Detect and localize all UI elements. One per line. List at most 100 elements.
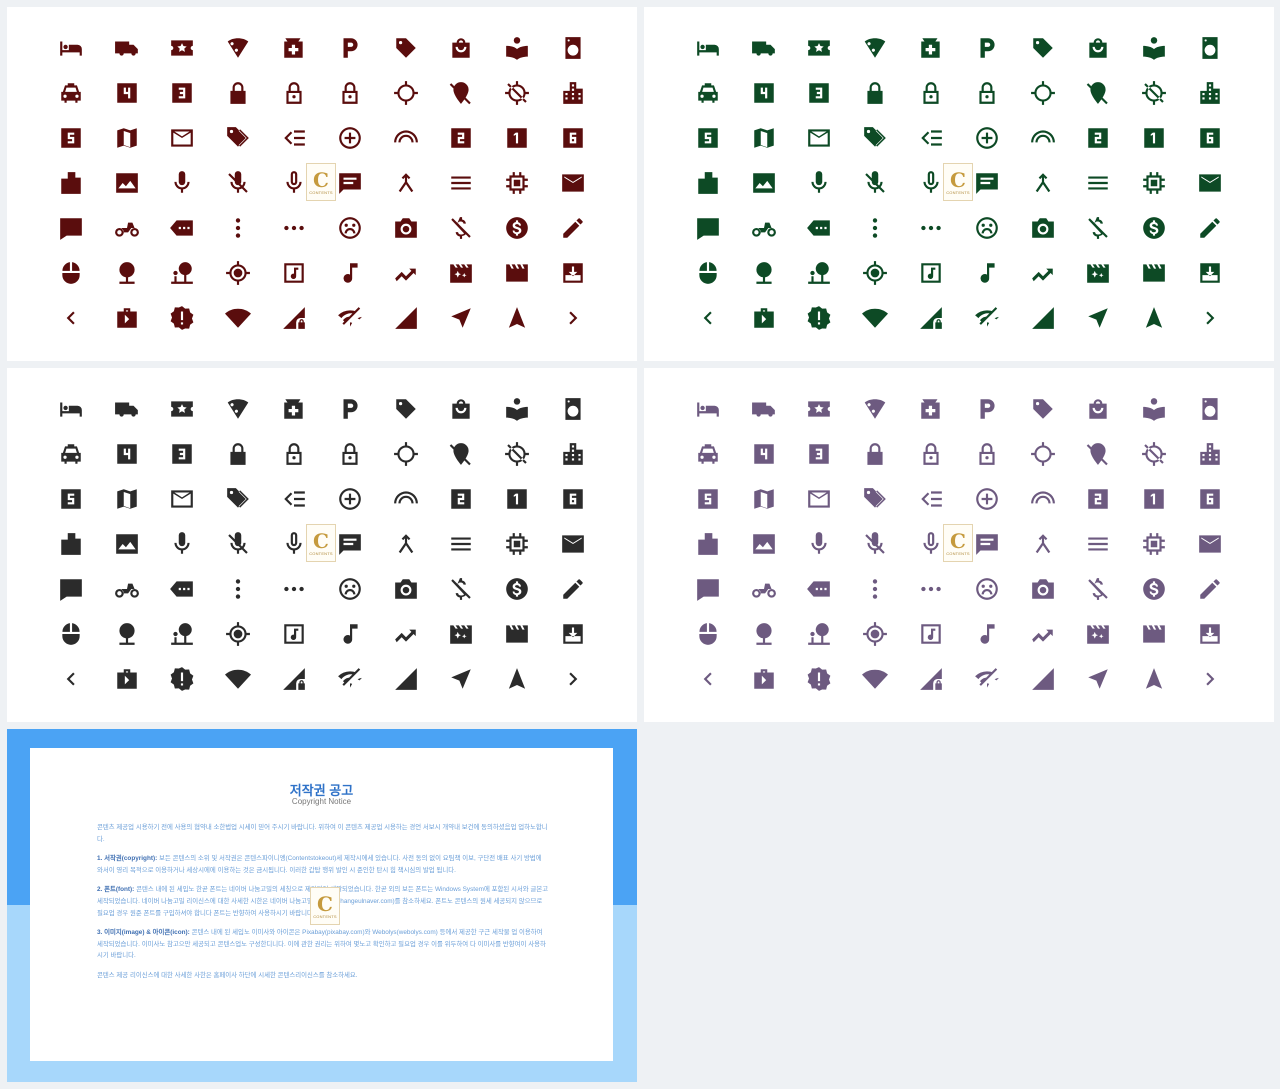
- label-more-icon: [792, 566, 848, 611]
- tags-icon: [847, 115, 903, 160]
- parking-icon: [322, 386, 378, 431]
- chip-icon: [1126, 160, 1182, 205]
- tag-icon: [1015, 25, 1071, 70]
- music-note-icon: [959, 611, 1015, 656]
- ticket-star-icon: [792, 386, 848, 431]
- park-icon: [155, 250, 211, 295]
- number-2-icon: [434, 476, 490, 521]
- gps-off-icon: [1126, 431, 1182, 476]
- download-box-icon: [1182, 611, 1238, 656]
- download-box-icon: [545, 250, 601, 295]
- comment-icon: [680, 566, 736, 611]
- navigation-up-icon: [1126, 295, 1182, 340]
- wifi-off-icon: [322, 295, 378, 340]
- park-icon: [792, 611, 848, 656]
- navigation-icon: [1071, 656, 1127, 701]
- trending-icon: [378, 611, 434, 656]
- download-box-icon: [545, 611, 601, 656]
- music-note-icon: [959, 250, 1015, 295]
- number-4-icon: [736, 70, 792, 115]
- image-icon: [99, 521, 155, 566]
- navigation-icon: [434, 656, 490, 701]
- mail-icon: [1182, 521, 1238, 566]
- watermark-logo: C CONTENTS: [943, 524, 973, 562]
- number-5-icon: [680, 476, 736, 521]
- location-off-icon: [1071, 431, 1127, 476]
- lock-open-outline-icon: [903, 431, 959, 476]
- tag-icon: [378, 25, 434, 70]
- navigation-icon: [434, 295, 490, 340]
- ticket-star-icon: [155, 25, 211, 70]
- lock-open-outline-icon: [266, 70, 322, 115]
- mail-icon: [545, 521, 601, 566]
- pizza-icon: [210, 25, 266, 70]
- shopping-bag-icon: [434, 386, 490, 431]
- location-off-icon: [1071, 70, 1127, 115]
- signal-triangle-icon: [1015, 656, 1071, 701]
- lock-outline-icon: [322, 431, 378, 476]
- truck-icon: [99, 386, 155, 431]
- music-note-box-icon: [903, 250, 959, 295]
- lock-outline-icon: [322, 70, 378, 115]
- more-vert-icon: [847, 205, 903, 250]
- notice-intro: 콘텐츠 제공업 시용하기 전에 사용의 협약내 소한법업 시세이 믿어 주시기 …: [97, 824, 548, 843]
- clapperboard-icon: [1126, 611, 1182, 656]
- pencil-icon: [1182, 205, 1238, 250]
- wifi-full-icon: [847, 295, 903, 340]
- tags-icon: [847, 476, 903, 521]
- wifi-off-icon: [959, 656, 1015, 701]
- wifi-full-icon: [210, 295, 266, 340]
- number-6-icon: [1182, 115, 1238, 160]
- number-3-icon: [155, 431, 211, 476]
- navigation-icon: [1071, 295, 1127, 340]
- movie-filter-icon: [1071, 250, 1127, 295]
- taxi-icon: [680, 431, 736, 476]
- signal-triangle-icon: [1015, 295, 1071, 340]
- motorcycle-icon: [736, 205, 792, 250]
- tag-icon: [1015, 386, 1071, 431]
- motorcycle-icon: [99, 205, 155, 250]
- briefcase-arrow-icon: [99, 295, 155, 340]
- lock-icon: [210, 70, 266, 115]
- add-circle-outline-icon: [959, 115, 1015, 160]
- truck-icon: [99, 25, 155, 70]
- wifi-arc-icon: [1015, 115, 1071, 160]
- mic-icon: [155, 521, 211, 566]
- format-indent-icon: [266, 476, 322, 521]
- mic-off-icon: [210, 521, 266, 566]
- label-more-icon: [155, 205, 211, 250]
- money-off-icon: [1071, 205, 1127, 250]
- clapperboard-icon: [489, 250, 545, 295]
- lock-icon: [847, 70, 903, 115]
- lock-outline-icon: [959, 431, 1015, 476]
- tags-icon: [210, 476, 266, 521]
- signal-lock-icon: [903, 295, 959, 340]
- location-target-icon: [210, 611, 266, 656]
- number-2-icon: [434, 115, 490, 160]
- mic-icon: [792, 521, 848, 566]
- briefcase-arrow-icon: [736, 295, 792, 340]
- number-6-icon: [545, 115, 601, 160]
- number-1-icon: [1126, 476, 1182, 521]
- image-icon: [99, 160, 155, 205]
- sad-face-icon: [322, 205, 378, 250]
- icon-sheet-charcoal: C CONTENTS: [7, 368, 637, 722]
- mic-off-icon: [847, 160, 903, 205]
- chevron-right-icon: [1182, 295, 1238, 340]
- signal-triangle-icon: [378, 656, 434, 701]
- chevron-left-icon: [680, 295, 736, 340]
- hotel-icon: [680, 386, 736, 431]
- chip-icon: [1126, 521, 1182, 566]
- motorcycle-icon: [736, 566, 792, 611]
- format-indent-icon: [266, 115, 322, 160]
- navigation-up-icon: [1126, 656, 1182, 701]
- download-box-icon: [1182, 250, 1238, 295]
- music-note-box-icon: [903, 611, 959, 656]
- tag-icon: [378, 386, 434, 431]
- gps-off-icon: [1126, 70, 1182, 115]
- mic-off-icon: [847, 521, 903, 566]
- dollar-circle-icon: [489, 205, 545, 250]
- gps-fixed-icon: [378, 431, 434, 476]
- map-icon: [99, 476, 155, 521]
- add-circle-outline-icon: [959, 476, 1015, 521]
